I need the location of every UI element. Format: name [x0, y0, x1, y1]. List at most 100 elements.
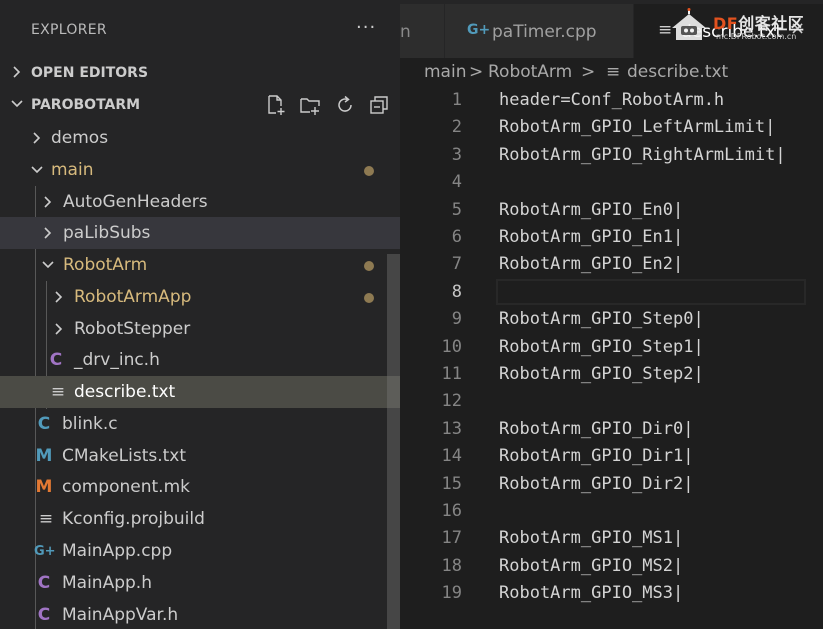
- tree-file-cmakelists[interactable]: M CMakeLists.txt: [0, 440, 400, 472]
- line-number: 8: [451, 281, 462, 302]
- collapse-all-icon[interactable]: [368, 94, 390, 116]
- chevron-right-icon: [44, 196, 52, 208]
- line-number: 6: [451, 227, 462, 247]
- chevron-right-icon: [55, 323, 63, 335]
- explorer-sidebar: EXPLORER ··· OPEN EDITORS PAROBOTARM dem…: [0, 0, 400, 629]
- sidebar-scrollbar[interactable]: [387, 254, 400, 629]
- open-editors-label: OPEN EDITORS: [31, 65, 149, 81]
- code-line[interactable]: RobotArm_GPIO_Dir0|: [499, 419, 693, 439]
- text-file-icon: ≡: [606, 62, 621, 82]
- tree-folder-autogenheaders[interactable]: AutoGenHeaders: [0, 186, 400, 218]
- chevron-right-icon: [13, 66, 21, 78]
- line-number: 10: [441, 336, 462, 357]
- tree-label: RobotStepper: [74, 319, 191, 339]
- makefile-icon: M: [35, 477, 53, 497]
- line-number: 16: [441, 501, 462, 521]
- more-actions-icon[interactable]: ···: [356, 17, 376, 38]
- tree-label: MainApp.cpp: [62, 541, 173, 561]
- line-number: 7: [451, 254, 462, 275]
- line-number: 3: [451, 144, 462, 165]
- code-line[interactable]: RobotArm_GPIO_LeftArmLimit|: [499, 117, 775, 137]
- tree-folder-main[interactable]: main: [0, 154, 400, 186]
- explorer-header: EXPLORER ···: [0, 0, 400, 58]
- tree-label: CMakeLists.txt: [62, 446, 187, 466]
- line-number: 5: [451, 199, 462, 220]
- explorer-title: EXPLORER: [31, 22, 107, 38]
- code-line[interactable]: RobotArm_GPIO_Step1|: [499, 337, 704, 357]
- tab-label: describe.txt: [681, 22, 783, 42]
- line-number: 11: [441, 364, 462, 384]
- code-editor[interactable]: 1 2 3 4 5 6 7 8 9 10 11 12 13 14 15 16 17 18 19 header=Con…: [400, 86, 823, 629]
- line-number: 12: [441, 391, 462, 412]
- chevron-down-icon: [11, 100, 23, 108]
- line-number: 17: [441, 528, 462, 549]
- new-file-icon[interactable]: [265, 94, 287, 116]
- cpp-file-icon: G+: [34, 544, 56, 559]
- tab-describe-txt[interactable]: ≡ describe.txt ×: [634, 4, 823, 58]
- line-number: 9: [451, 309, 462, 330]
- code-line[interactable]: RobotArm_GPIO_MS2|: [499, 556, 683, 576]
- line-number: 19: [441, 583, 462, 604]
- code-line[interactable]: RobotArm_GPIO_Step2|: [499, 364, 704, 384]
- c-header-file-icon: C: [37, 573, 51, 593]
- new-folder-icon[interactable]: [299, 94, 321, 116]
- tree-label: blink.c: [62, 414, 118, 434]
- cpp-file-icon: G+: [467, 22, 491, 38]
- tab-patimer-cpp[interactable]: G+ paTimer.cpp: [445, 4, 633, 58]
- tree-label: MainAppVar.h: [62, 605, 179, 625]
- tree-file-kconfig[interactable]: ≡ Kconfig.projbuild: [0, 503, 400, 535]
- breadcrumb-separator: >: [469, 62, 484, 82]
- project-label: PAROBOTARM: [31, 97, 141, 113]
- tree-file-mainappvar-h[interactable]: C MainAppVar.h: [0, 599, 400, 629]
- close-icon[interactable]: ×: [790, 18, 805, 39]
- project-section[interactable]: PAROBOTARM: [0, 90, 400, 120]
- code-line[interactable]: RobotArm_GPIO_Dir1|: [499, 446, 693, 466]
- tree-file-mainapp-h[interactable]: C MainApp.h: [0, 567, 400, 599]
- tree-folder-robotarmapp[interactable]: RobotArmApp: [0, 281, 400, 313]
- chevron-right-icon: [55, 291, 63, 303]
- refresh-icon[interactable]: [334, 94, 356, 116]
- code-line[interactable]: RobotArm_GPIO_Dir2|: [499, 474, 693, 494]
- code-line[interactable]: RobotArm_GPIO_MS1|: [499, 528, 683, 548]
- tab-bar: n G+ paTimer.cpp ≡ describe.txt ×: [400, 0, 823, 58]
- tree-file-describe[interactable]: ≡ describe.txt: [0, 376, 400, 408]
- code-line[interactable]: RobotArm_GPIO_RightArmLimit|: [499, 145, 786, 165]
- chevron-down-icon: [42, 261, 54, 269]
- tree-file-component[interactable]: M component.mk: [0, 471, 400, 503]
- text-file-icon: ≡: [658, 20, 673, 40]
- tree-folder-robotstepper[interactable]: RobotStepper: [0, 313, 400, 345]
- tree-label: RobotArm: [63, 255, 148, 275]
- open-editors-section[interactable]: OPEN EDITORS: [0, 58, 400, 88]
- chevron-right-icon: [33, 132, 41, 144]
- current-line-highlight: [496, 279, 806, 305]
- breadcrumb-item-main[interactable]: main: [424, 62, 466, 82]
- tree-label: Kconfig.projbuild: [62, 509, 205, 529]
- code-line[interactable]: header=Conf_RobotArm.h: [499, 90, 724, 110]
- tab-partial[interactable]: n: [400, 4, 444, 58]
- c-header-file-icon: C: [37, 605, 51, 625]
- tree-folder-robotarm[interactable]: RobotArm: [0, 249, 400, 281]
- code-line[interactable]: RobotArm_GPIO_Step0|: [499, 309, 704, 329]
- tree-folder-demos[interactable]: demos: [0, 122, 400, 154]
- tree-label: MainApp.h: [62, 573, 152, 593]
- c-header-file-icon: C: [49, 350, 63, 370]
- code-line[interactable]: RobotArm_GPIO_MS3|: [499, 583, 683, 603]
- breadcrumb-item-robotarm[interactable]: RobotArm: [488, 62, 572, 82]
- tree-file-drv-inc[interactable]: C _drv_inc.h: [0, 344, 400, 376]
- code-line[interactable]: RobotArm_GPIO_En0|: [499, 200, 683, 220]
- code-line[interactable]: RobotArm_GPIO_En1|: [499, 227, 683, 247]
- line-number: 1: [451, 90, 462, 110]
- tree-folder-palibsubs[interactable]: paLibSubs: [0, 217, 400, 249]
- breadcrumb-item-file[interactable]: describe.txt: [627, 62, 728, 82]
- tree-label: component.mk: [62, 477, 190, 497]
- line-number: 15: [441, 473, 462, 494]
- tab-label: n: [400, 22, 411, 42]
- code-line[interactable]: RobotArm_GPIO_En2|: [499, 254, 683, 274]
- tree-label: _drv_inc.h: [74, 350, 160, 370]
- line-number: 14: [441, 446, 462, 467]
- tree-file-blink[interactable]: C blink.c: [0, 408, 400, 440]
- c-file-icon: C: [37, 414, 51, 434]
- text-file-icon: ≡: [50, 382, 66, 402]
- tree-file-mainapp-cpp[interactable]: G+ MainApp.cpp: [0, 535, 400, 567]
- breadcrumb: main > RobotArm > ≡ describe.txt: [400, 58, 823, 86]
